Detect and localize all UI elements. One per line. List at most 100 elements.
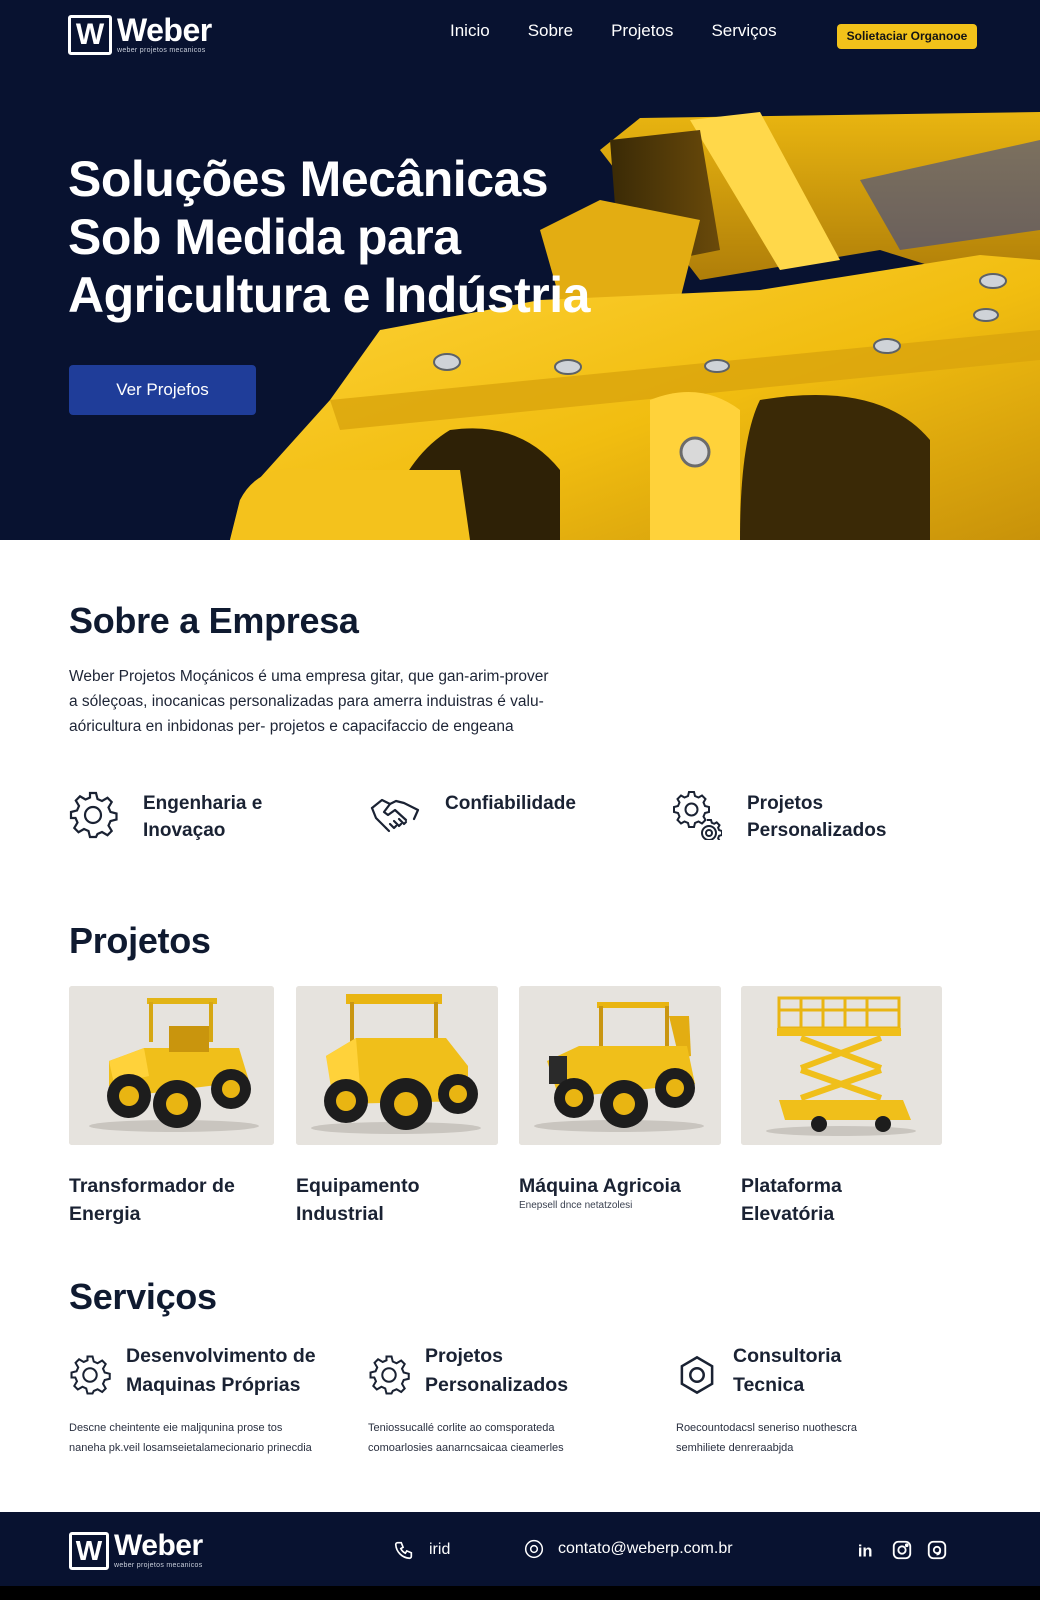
hero-title-line: Agricultura e Indústria — [68, 267, 590, 323]
service-title-line: Desenvolvimento de — [126, 1345, 316, 1367]
service-title-line: Personalizados — [425, 1374, 569, 1396]
service-description-line: Descne cheintente eie maljqunina prose t… — [69, 1422, 283, 1434]
project-title-line: Máquina Agricoia — [519, 1175, 681, 1197]
brand-tagline: weber projetos mecanicos — [114, 1562, 203, 1569]
service-title: Consultoria Tecnica — [733, 1342, 841, 1400]
email-address: contato@weberp.com.br — [558, 1540, 733, 1557]
feature-label: Engenharia e Inovaçao — [143, 790, 262, 844]
hero-section: W Weber weber projetos mecanicos Inicio … — [0, 0, 1040, 540]
project-card[interactable]: Transformador de Energia — [69, 986, 274, 1228]
project-title-line: Plataforma — [741, 1175, 842, 1197]
about-heading: Sobre a Empresa — [69, 600, 359, 641]
feature-label-line: Confiabilidade — [445, 793, 576, 814]
hero-title: Soluções Mecânicas Sob Medida para Agric… — [68, 150, 648, 324]
project-title-line: Energia — [69, 1203, 141, 1225]
service-description: Roecountodacsl seneriso nuothescra semhi… — [676, 1418, 966, 1458]
footer-phone[interactable]: irid — [393, 1539, 450, 1561]
project-title-line: Transformador de — [69, 1175, 235, 1197]
service-description-line: semhiliete denreraabjda — [676, 1442, 794, 1454]
nav-projetos[interactable]: Projetos — [611, 20, 673, 42]
brand-name: Weber — [114, 1529, 203, 1562]
at-icon — [524, 1539, 544, 1559]
feature-engineering: Engenharia e Inovaçao — [68, 790, 262, 844]
service-title-line: Tecnica — [733, 1374, 805, 1396]
feature-label-line: Personalizados — [747, 820, 887, 841]
feature-custom-projects: Projetos Personalizados — [672, 790, 886, 844]
service-header: Desenvolvimento de Maquinas Próprias — [69, 1342, 359, 1400]
project-note: Enepsell dnce netatzolesi — [519, 1200, 633, 1211]
service-title: Desenvolvimento de Maquinas Próprias — [126, 1342, 316, 1400]
service-description-line: naneha pk.veil losamseietalamecionario p… — [69, 1442, 312, 1454]
feature-label: Projetos Personalizados — [747, 790, 886, 844]
bottom-edge — [0, 1586, 1040, 1600]
request-quote-button[interactable]: Solietaciar Organooe — [837, 24, 977, 49]
service-title: Projetos Personalizados — [425, 1342, 568, 1400]
linkedin-icon[interactable]: in — [856, 1539, 878, 1561]
project-title: Equipamento Industrial — [296, 1172, 498, 1228]
service-card: Consultoria Tecnica Roecountodacsl sener… — [676, 1342, 966, 1458]
project-card[interactable]: Máquina Agricoia Enepsell dnce netatzole… — [519, 986, 721, 1211]
project-card[interactable]: Equipamento Industrial — [296, 986, 498, 1228]
threads-icon[interactable] — [926, 1539, 948, 1561]
about-text-line: a sóleçoas, inocanicas personalizadas pa… — [69, 693, 544, 710]
nav-inicio[interactable]: Inicio — [450, 20, 490, 42]
feature-label-line: Inovaçao — [143, 820, 226, 841]
feature-label-line: Projetos — [747, 793, 824, 814]
project-title-line: Elevatória — [741, 1203, 835, 1225]
feature-label: Confiabilidade — [445, 790, 576, 840]
svg-text:in: in — [858, 1542, 873, 1560]
brand-logo[interactable]: W Weber weber projetos mecanicos — [68, 14, 212, 55]
projects-heading: Projetos — [69, 920, 211, 961]
service-description-line: Teniossucallé corlite ao comsporateda — [368, 1422, 555, 1434]
phone-label: irid — [429, 1541, 451, 1558]
gear-icon — [70, 1355, 111, 1395]
hero-title-line: Soluções Mecânicas — [68, 151, 549, 207]
site-footer: W Weber weber projetos mecanicos irid co… — [0, 1512, 1040, 1586]
handshake-icon — [370, 798, 420, 833]
tractor-image — [69, 986, 274, 1145]
feature-label-line: Engenharia e — [143, 793, 263, 814]
project-title: Máquina Agricoia — [519, 1172, 721, 1200]
social-links: in — [856, 1539, 961, 1561]
footer-logo[interactable]: W Weber weber projetos mecanicos — [69, 1531, 203, 1570]
instagram-icon[interactable] — [891, 1539, 913, 1561]
brand-name: Weber — [117, 12, 212, 48]
about-text-line: Weber Projetos Moçánicos é uma empresa g… — [69, 668, 549, 685]
service-card: Projetos Personalizados Teniossucallé co… — [368, 1342, 658, 1458]
service-description-line: Roecountodacsl seneriso nuothescra — [676, 1422, 858, 1434]
industrial-equipment-image — [296, 986, 498, 1145]
project-title-line: Industrial — [296, 1203, 384, 1225]
logo-mark: W — [68, 14, 112, 55]
about-text: Weber Projetos Moçánicos é uma empresa g… — [69, 664, 629, 739]
lift-platform-image — [741, 986, 942, 1145]
service-description-line: comoarlosies aanarncsaicaa cieamerles — [368, 1442, 564, 1454]
logo-mark: W — [69, 1531, 109, 1570]
services-heading: Serviços — [69, 1276, 217, 1317]
top-navigation: W Weber weber projetos mecanicos Inicio … — [0, 0, 1040, 72]
service-description: Descne cheintente eie maljqunina prose t… — [69, 1418, 359, 1458]
about-text-line: aóricultura en inbidonas per- projetos e… — [69, 718, 514, 735]
service-card: Desenvolvimento de Maquinas Próprias Des… — [69, 1342, 359, 1458]
project-title: Plataforma Elevatória — [741, 1172, 942, 1228]
feature-reliability: Confiabilidade — [370, 790, 576, 840]
project-title: Transformador de Energia — [69, 1172, 274, 1228]
gear-icon — [69, 791, 118, 839]
logo-text: Weber weber projetos mecanicos — [117, 14, 212, 55]
brand-tagline: weber projetos mecanicos — [117, 47, 206, 54]
gear-icon — [369, 1355, 410, 1395]
service-title-line: Projetos — [425, 1345, 504, 1367]
phone-icon — [394, 1541, 413, 1560]
service-header: Consultoria Tecnica — [676, 1342, 966, 1400]
agricultural-machine-image — [519, 986, 721, 1145]
service-title-line: Maquinas Próprias — [126, 1374, 301, 1396]
nav-sobre[interactable]: Sobre — [528, 20, 573, 42]
footer-email[interactable]: contato@weberp.com.br — [524, 1539, 733, 1559]
hero-title-line: Sob Medida para — [68, 209, 461, 265]
project-card[interactable]: Plataforma Elevatória — [741, 986, 942, 1228]
nav-servicos[interactable]: Serviços — [711, 20, 776, 42]
view-projects-button[interactable]: Ver Projefos — [69, 365, 256, 415]
project-title-line: Equipamento — [296, 1175, 420, 1197]
service-description: Teniossucallé corlite ao comsporateda co… — [368, 1418, 658, 1458]
service-header: Projetos Personalizados — [368, 1342, 658, 1400]
main-nav: Inicio Sobre Projetos Serviços — [450, 20, 815, 42]
